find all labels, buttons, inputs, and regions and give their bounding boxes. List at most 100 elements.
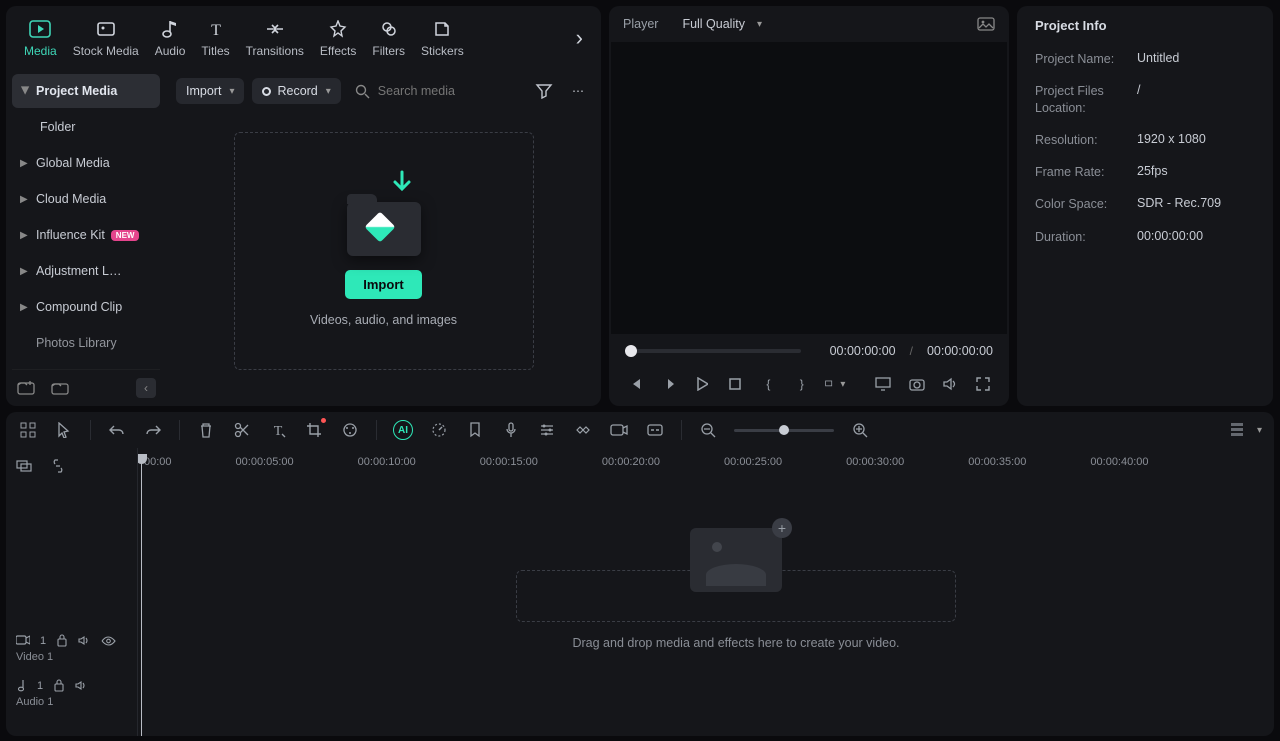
- import-dropdown[interactable]: Import ▾: [176, 78, 244, 104]
- sidebar-item-project-media[interactable]: ▶ Project Media: [12, 74, 160, 108]
- crop-button[interactable]: [304, 420, 324, 440]
- zoom-slider[interactable]: [734, 429, 834, 432]
- prev-frame-button[interactable]: [625, 374, 644, 394]
- play-pause-button[interactable]: [658, 374, 677, 394]
- select-tool-icon[interactable]: [54, 420, 74, 440]
- render-button[interactable]: [609, 420, 629, 440]
- volume-button[interactable]: [940, 374, 959, 394]
- info-label: Frame Rate:: [1035, 164, 1123, 180]
- filter-icon[interactable]: [531, 78, 557, 104]
- sidebar-item-adjustment-layer[interactable]: ▶ Adjustment L…: [12, 254, 160, 288]
- undo-button[interactable]: [107, 420, 127, 440]
- track-name: Video 1: [16, 651, 127, 663]
- stickers-icon: [431, 18, 453, 40]
- playhead[interactable]: [141, 454, 142, 736]
- ai-tools-button[interactable]: AI: [393, 420, 413, 440]
- text-tool-icon[interactable]: T: [268, 420, 288, 440]
- ruler-tick: 00:00:20:00: [602, 456, 660, 468]
- project-location-value: /: [1137, 83, 1140, 116]
- unlink-icon[interactable]: [48, 456, 68, 476]
- chevron-right-icon: ▶: [20, 194, 30, 205]
- snapshot-icon[interactable]: [977, 16, 995, 32]
- mute-icon[interactable]: [75, 680, 88, 691]
- caption-button[interactable]: [645, 420, 665, 440]
- marker-button[interactable]: [465, 420, 485, 440]
- tab-media[interactable]: Media: [16, 14, 65, 62]
- sidebar-item-cloud-media[interactable]: ▶ Cloud Media: [12, 182, 160, 216]
- chevron-down-icon[interactable]: ▾: [1257, 425, 1262, 436]
- player-current-time: 00:00:00:00: [830, 344, 896, 358]
- tab-titles[interactable]: T Titles: [193, 14, 237, 62]
- sidebar-item-photos-library[interactable]: Photos Library: [12, 326, 160, 360]
- player-preview[interactable]: [611, 42, 1007, 334]
- track-size-button[interactable]: [1227, 420, 1247, 440]
- record-dropdown[interactable]: Record ▾: [252, 78, 340, 104]
- tabs-scroll-right[interactable]: ›: [568, 21, 591, 55]
- media-drop-zone[interactable]: Import Videos, audio, and images: [234, 132, 534, 370]
- aspect-dropdown[interactable]: ▾: [825, 374, 845, 394]
- import-button[interactable]: Import: [345, 270, 421, 299]
- audio-mixer-button[interactable]: [537, 420, 557, 440]
- visibility-icon[interactable]: [101, 636, 116, 646]
- svg-text:T: T: [211, 22, 221, 38]
- timeline-tracks[interactable]: 00:00 00:00:05:00 00:00:10:00 00:00:15:0…: [138, 448, 1274, 736]
- video-track-header[interactable]: 1 Video 1: [6, 626, 137, 671]
- zoom-in-button[interactable]: [850, 420, 870, 440]
- keyframe-button[interactable]: [573, 420, 593, 440]
- mark-out-button[interactable]: }: [792, 374, 811, 394]
- sidebar-item-global-media[interactable]: ▶ Global Media: [12, 146, 160, 180]
- lock-icon[interactable]: [56, 634, 68, 647]
- info-label: Project Name:: [1035, 51, 1123, 67]
- more-options-icon[interactable]: ⋯: [565, 78, 591, 104]
- sidebar-item-compound-clip[interactable]: ▶ Compound Clip: [12, 290, 160, 324]
- fullscreen-button[interactable]: [974, 374, 993, 394]
- collapse-sidebar-button[interactable]: ‹: [136, 378, 156, 398]
- link-tracks-icon[interactable]: [14, 456, 34, 476]
- tab-transitions[interactable]: Transitions: [238, 14, 312, 62]
- project-info-panel: Project Info Project Name:Untitled Proje…: [1017, 6, 1273, 406]
- track-number: 1: [37, 680, 43, 692]
- sidebar-item-label: Project Media: [36, 84, 117, 98]
- camera-button[interactable]: [907, 374, 926, 394]
- stop-button[interactable]: [725, 374, 744, 394]
- info-label: Resolution:: [1035, 132, 1123, 148]
- music-icon: [16, 679, 27, 692]
- color-button[interactable]: [340, 420, 360, 440]
- player-tab[interactable]: Player: [623, 17, 658, 31]
- new-folder-button[interactable]: [16, 378, 36, 398]
- tab-label: Effects: [320, 44, 356, 58]
- tab-label: Stock Media: [73, 44, 139, 58]
- audio-track-header[interactable]: 1 Audio 1: [6, 671, 137, 716]
- tab-stock-media[interactable]: Stock Media: [65, 14, 147, 62]
- grid-view-icon[interactable]: [18, 420, 38, 440]
- info-label: Project Files Location:: [1035, 83, 1123, 116]
- effects-icon: [327, 18, 349, 40]
- timeline-ruler[interactable]: 00:00 00:00:05:00 00:00:10:00 00:00:15:0…: [138, 448, 1274, 468]
- ruler-tick: 00:00:35:00: [968, 456, 1026, 468]
- sidebar-item-influence-kit[interactable]: ▶ Influence Kit NEW: [12, 218, 160, 252]
- display-button[interactable]: [873, 374, 892, 394]
- tab-filters[interactable]: Filters: [364, 14, 413, 62]
- sidebar-item-label: Photos Library: [36, 336, 117, 350]
- quality-selector[interactable]: Full Quality ▾: [682, 17, 762, 31]
- search-input[interactable]: [378, 84, 498, 98]
- mute-icon[interactable]: [78, 635, 91, 646]
- play-button[interactable]: [692, 374, 711, 394]
- speed-button[interactable]: [429, 420, 449, 440]
- split-button[interactable]: [232, 420, 252, 440]
- tab-effects[interactable]: Effects: [312, 14, 364, 62]
- redo-button[interactable]: [143, 420, 163, 440]
- mark-in-button[interactable]: {: [759, 374, 778, 394]
- delete-button[interactable]: [196, 420, 216, 440]
- player-scrubber[interactable]: [625, 349, 801, 353]
- folder-button[interactable]: [50, 378, 70, 398]
- zoom-out-button[interactable]: [698, 420, 718, 440]
- sidebar-item-folder[interactable]: Folder: [12, 110, 160, 144]
- tab-audio[interactable]: Audio: [147, 14, 194, 62]
- ruler-tick: 00:00:30:00: [846, 456, 904, 468]
- voiceover-button[interactable]: [501, 420, 521, 440]
- tab-label: Audio: [155, 44, 186, 58]
- tab-stickers[interactable]: Stickers: [413, 14, 472, 62]
- timeline-drop-area[interactable]: Drag and drop media and effects here to …: [388, 528, 1084, 650]
- lock-icon[interactable]: [53, 679, 65, 692]
